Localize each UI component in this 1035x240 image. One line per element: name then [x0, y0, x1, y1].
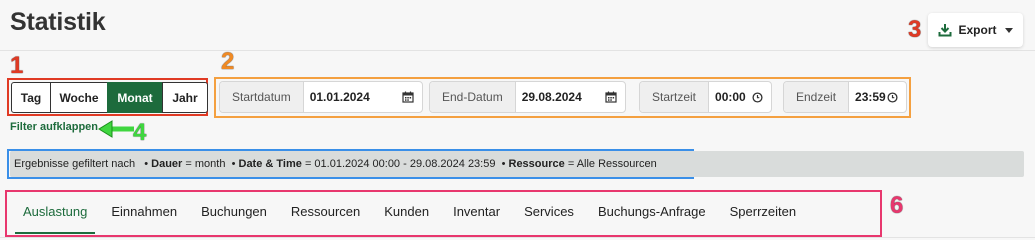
tab-auslastung[interactable]: Auslastung [11, 194, 99, 234]
period-option-monat[interactable]: Monat [107, 82, 163, 113]
export-label: Export [958, 23, 997, 37]
annotation-number-6: 6 [890, 192, 904, 219]
start-time-input[interactable]: 00:00 [715, 90, 746, 104]
download-icon [938, 23, 952, 37]
annotation-number-2: 2 [221, 48, 235, 75]
period-option-jahr[interactable]: Jahr [162, 82, 208, 113]
tab-inventar[interactable]: Inventar [441, 194, 512, 234]
result-prefix: Ergebnisse gefiltert nach [14, 158, 136, 170]
tab-ressourcen[interactable]: Ressourcen [279, 194, 372, 234]
statistics-tabs: Auslastung Einnahmen Buchungen Ressource… [11, 194, 808, 234]
end-time-label: Endzeit [784, 82, 850, 112]
period-selector: Tag Woche Monat Jahr [11, 82, 208, 113]
tab-buchungen[interactable]: Buchungen [189, 194, 279, 234]
start-date-input[interactable]: 01.01.2024 [310, 90, 370, 104]
result-summary-text: Ergebnisse gefiltert nach • Dauer = mont… [14, 158, 657, 170]
start-date-label: Startdatum [220, 82, 304, 112]
result-resource-value: = Alle Ressourcen [567, 158, 657, 170]
filter-toggle-link[interactable]: Filter aufklappen [10, 121, 98, 133]
start-time-field[interactable]: Startzeit 00:00 [639, 81, 772, 113]
period-option-tag[interactable]: Tag [11, 82, 51, 113]
calendar-icon[interactable] [605, 91, 617, 103]
tab-kunden[interactable]: Kunden [372, 194, 441, 234]
result-resource-key: Ressource [508, 158, 565, 170]
end-date-input[interactable]: 29.08.2024 [522, 90, 582, 104]
clock-icon[interactable] [752, 91, 763, 103]
annotation-number-3: 3 [908, 16, 922, 43]
annotation-arrow-icon [98, 120, 134, 138]
export-button[interactable]: Export [928, 13, 1023, 47]
end-time-input[interactable]: 23:59 [855, 90, 886, 104]
tab-einnahmen[interactable]: Einnahmen [99, 194, 189, 234]
clock-icon[interactable] [887, 91, 898, 103]
end-date-label: End-Datum [430, 82, 516, 112]
page-title: Statistik [10, 8, 106, 36]
end-date-field[interactable]: End-Datum 29.08.2024 [429, 81, 626, 113]
result-duration-value: = month [185, 158, 226, 170]
result-duration-key: Dauer [151, 158, 183, 170]
start-time-label: Startzeit [640, 82, 710, 112]
tab-buchungs-anfrage[interactable]: Buchungs-Anfrage [586, 194, 718, 234]
period-option-woche[interactable]: Woche [50, 82, 108, 113]
start-date-field[interactable]: Startdatum 01.01.2024 [219, 81, 423, 113]
calendar-icon[interactable] [402, 91, 414, 103]
tabs-divider [0, 237, 1035, 238]
result-datetime-key: Date & Time [238, 158, 302, 170]
result-datetime-value: = 01.01.2024 00:00 - 29.08.2024 23:59 [304, 158, 496, 170]
chevron-down-icon [1004, 27, 1013, 33]
tab-services[interactable]: Services [512, 194, 586, 234]
tab-sperrzeiten[interactable]: Sperrzeiten [718, 194, 808, 234]
header-divider [0, 50, 1035, 51]
annotation-number-1: 1 [10, 52, 24, 79]
end-time-field[interactable]: Endzeit 23:59 [783, 81, 907, 113]
